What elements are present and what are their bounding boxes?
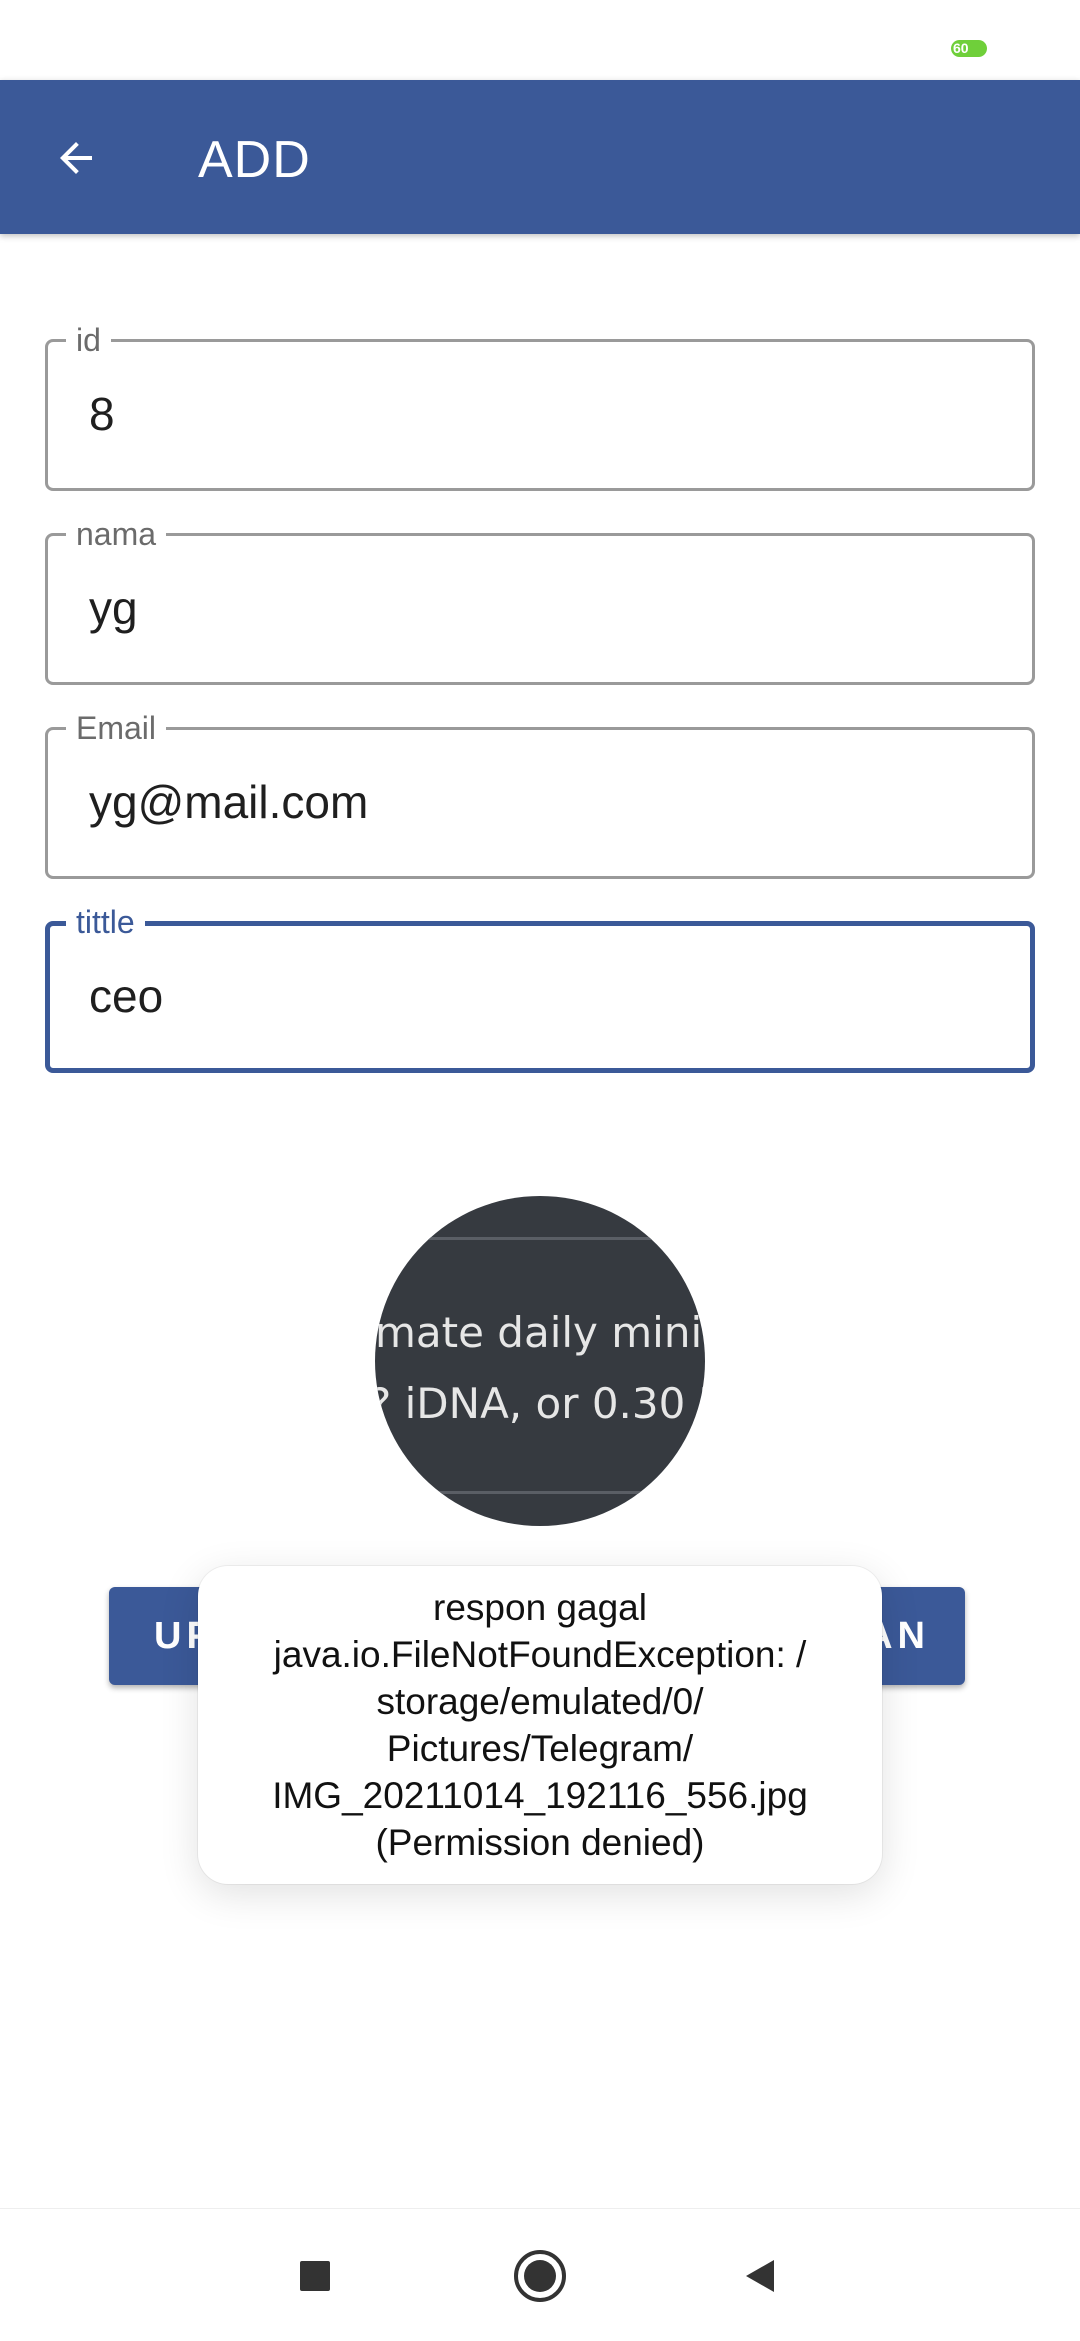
navigation-bar <box>0 2208 1080 2341</box>
back-button[interactable] <box>36 120 116 196</box>
app-bar: ADD <box>0 80 1080 234</box>
email-field-label: Email <box>66 708 167 748</box>
tittle-field-label: tittle <box>66 902 145 942</box>
nama-field-value[interactable]: yg <box>89 580 138 636</box>
preview-text-line-1: mate daily minin <box>375 1308 705 1357</box>
status-bar: 60 <box>0 0 1080 80</box>
page-title: ADD <box>198 131 311 189</box>
recents-square-icon <box>300 2261 330 2291</box>
image-preview[interactable]: mate daily minin ? iDNA, or 0.30 U <box>375 1196 705 1526</box>
battery-icon: 60 <box>951 40 987 57</box>
back-triangle-icon <box>746 2260 774 2292</box>
id-field-value[interactable]: 8 <box>89 386 115 442</box>
preview-divider <box>375 1491 705 1494</box>
preview-divider <box>375 1237 705 1240</box>
nama-field[interactable]: nama yg <box>45 514 1035 685</box>
preview-text-line-2: ? iDNA, or 0.30 U <box>375 1379 705 1428</box>
back-nav-button[interactable] <box>715 2231 805 2321</box>
email-field-value[interactable]: yg@mail.com <box>89 774 368 830</box>
nama-field-label: nama <box>66 514 167 554</box>
email-field[interactable]: Email yg@mail.com <box>45 708 1035 879</box>
arrow-back-icon <box>60 142 92 174</box>
toast-message: respon gagal java.io.FileNotFoundExcepti… <box>272 1587 808 1863</box>
home-circle-icon <box>514 2250 566 2302</box>
id-field[interactable]: id 8 <box>45 320 1035 491</box>
tittle-field-value[interactable]: ceo <box>89 968 163 1024</box>
home-button[interactable] <box>495 2231 585 2321</box>
battery-level: 60 <box>953 40 969 56</box>
recents-button[interactable] <box>270 2231 360 2321</box>
id-field-label: id <box>66 320 111 360</box>
toast: respon gagal java.io.FileNotFoundExcepti… <box>198 1566 882 1884</box>
tittle-field[interactable]: tittle ceo <box>45 902 1035 1073</box>
